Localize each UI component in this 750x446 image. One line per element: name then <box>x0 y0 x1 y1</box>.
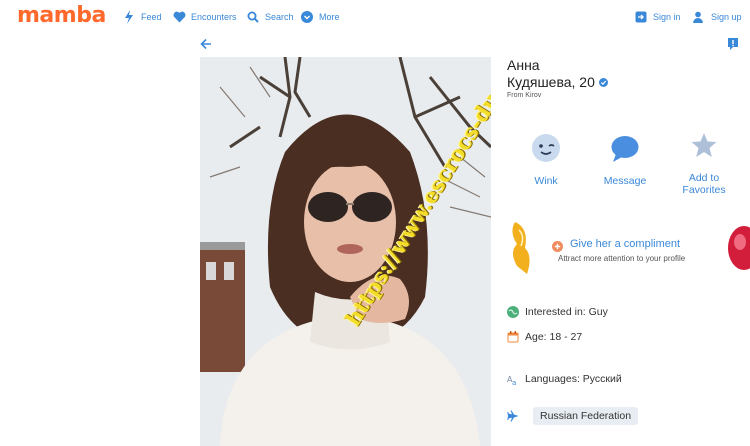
svg-text:a: a <box>512 379 516 385</box>
mamba-logo[interactable]: mamba <box>17 3 106 28</box>
top-nav: mamba Feed Encounters Search More Sign i… <box>0 0 750 34</box>
sign-in-icon <box>634 10 648 24</box>
wink-icon <box>531 133 561 163</box>
compliment-gift-icon-2 <box>722 222 750 278</box>
compliment-subtitle: Attract more attention to your profile <box>558 254 686 263</box>
nav-encounters-label: Encounters <box>191 12 237 22</box>
lightning-icon <box>122 10 136 24</box>
age-range-text: Age: 18 - 27 <box>525 331 583 343</box>
chevron-down-icon <box>300 10 314 24</box>
photo-illustration <box>200 57 491 446</box>
profile-photo[interactable]: https://www.escrocs-du-web.fr <box>200 57 491 446</box>
add-to-favorites-label: Add to Favorites <box>664 172 744 196</box>
languages-row: Aa Languages: Русский <box>507 373 622 385</box>
message-label: Message <box>603 175 647 187</box>
search-icon <box>246 10 260 24</box>
interested-in-text: Interested in: Guy <box>525 306 608 318</box>
nav-encounters[interactable]: Encounters <box>172 8 237 26</box>
compliment-gift-icon <box>507 222 537 278</box>
nav-search-label: Search <box>265 12 294 22</box>
profile-last-name-age: Кудяшева, 20 <box>507 74 595 90</box>
languages-text: Languages: Русский <box>525 373 622 385</box>
nav-feed[interactable]: Feed <box>122 8 162 26</box>
interest-globe-icon <box>507 306 519 318</box>
sign-up-button[interactable]: Sign up <box>692 8 742 26</box>
wink-label: Wink <box>534 175 558 187</box>
message-icon <box>610 133 640 163</box>
profile-name-age-row: Кудяшева, 20 <box>507 74 608 90</box>
wink-button[interactable]: Wink <box>506 133 586 187</box>
favorites-label-line1: Add to <box>688 172 720 184</box>
nav-search[interactable]: Search <box>246 8 294 26</box>
verified-icon <box>598 77 608 87</box>
heart-icon <box>172 10 186 24</box>
message-button[interactable]: Message <box>585 133 665 187</box>
translate-icon: Aa <box>507 373 519 385</box>
report-icon[interactable] <box>727 37 739 51</box>
add-to-favorites-button[interactable]: Add to Favorites <box>664 131 744 196</box>
age-range-row: Age: 18 - 27 <box>507 331 582 343</box>
country-badge: Russian Federation <box>533 407 639 425</box>
favorites-label-line2: Favorites <box>682 184 726 196</box>
give-compliment-link[interactable]: Give her a compliment <box>570 238 680 250</box>
star-icon <box>689 131 719 161</box>
calendar-icon <box>507 331 519 343</box>
plus-icon <box>552 239 563 252</box>
profile-location: From Kirov <box>507 92 542 99</box>
profile-first-name: Анна <box>507 57 540 73</box>
user-add-icon <box>692 10 706 24</box>
nav-more[interactable]: More <box>300 8 340 26</box>
interested-in-row: Interested in: Guy <box>507 306 608 318</box>
sign-in-label: Sign in <box>653 12 681 22</box>
sign-in-button[interactable]: Sign in <box>634 8 681 26</box>
sign-up-label: Sign up <box>711 12 742 22</box>
nav-feed-label: Feed <box>141 12 162 22</box>
nav-more-label: More <box>319 12 340 22</box>
back-arrow-icon[interactable] <box>199 37 213 51</box>
airplane-icon <box>507 410 519 422</box>
country-row: Russian Federation <box>507 407 639 425</box>
